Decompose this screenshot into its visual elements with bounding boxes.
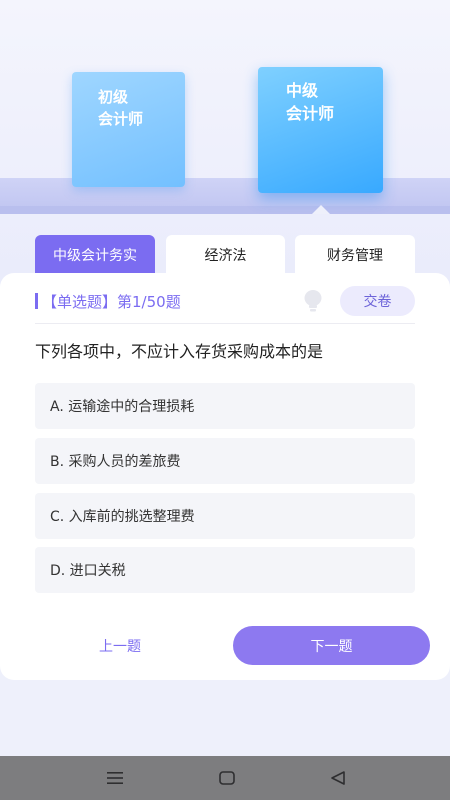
back-icon[interactable]: [328, 768, 348, 788]
level-card-junior-line2: 会计师: [98, 110, 144, 128]
next-question-button[interactable]: 下一题: [233, 626, 430, 665]
tab-financial-management[interactable]: 财务管理: [295, 235, 415, 275]
level-shelf-edge: [0, 206, 450, 214]
system-navigation-bar: [0, 756, 450, 800]
previous-question-button[interactable]: 上一题: [60, 630, 180, 662]
menu-icon[interactable]: [105, 768, 125, 788]
question-type: 【单选题】: [42, 292, 118, 311]
level-card-intermediate-line1: 中级: [286, 81, 319, 100]
option-d[interactable]: D. 进口关税: [35, 547, 415, 593]
option-c[interactable]: C. 入库前的挑选整理费: [35, 493, 415, 539]
option-a[interactable]: A. 运输途中的合理损耗: [35, 383, 415, 429]
tab-economic-law[interactable]: 经济法: [166, 235, 285, 275]
level-card-intermediate-line2: 会计师: [286, 104, 335, 123]
tab-intermediate-practice[interactable]: 中级会计务实: [35, 235, 155, 275]
level-card-junior-line1: 初级: [98, 88, 129, 106]
selected-level-pointer: [312, 205, 330, 214]
submit-exam-button[interactable]: 交卷: [340, 286, 415, 316]
level-card-intermediate[interactable]: 中级 会计师: [258, 67, 383, 193]
question-progress: 第1/50题: [117, 292, 181, 311]
level-card-junior[interactable]: 初级 会计师: [72, 72, 185, 187]
question-header-bar: [35, 293, 38, 309]
question-header: 【单选题】 第1/50题: [35, 290, 181, 312]
header-divider: [35, 323, 415, 324]
home-icon[interactable]: [217, 768, 237, 788]
lightbulb-icon[interactable]: [302, 289, 324, 313]
question-text: 下列各项中，不应计入存货采购成本的是: [35, 342, 324, 361]
option-b[interactable]: B. 采购人员的差旅费: [35, 438, 415, 484]
